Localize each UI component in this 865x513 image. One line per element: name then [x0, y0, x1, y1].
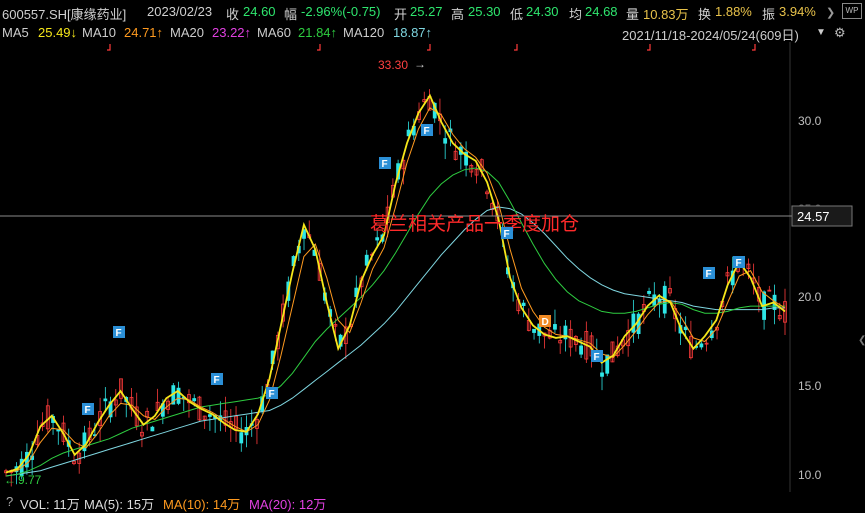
candle-body — [699, 343, 704, 348]
candle-body — [239, 432, 244, 444]
candle-body — [600, 372, 604, 377]
change-label: 幅 — [284, 7, 298, 22]
event-flag-label: D — [542, 317, 549, 328]
y-tick-20: 20.0 — [798, 290, 822, 304]
max-arrow: → — [414, 57, 426, 71]
candle-body — [521, 302, 526, 306]
quote-date: 2023/02/23 — [147, 4, 213, 19]
turnover-label: 换 — [698, 7, 712, 22]
candlesticks — [4, 89, 787, 487]
moving-average-lines — [5, 93, 786, 477]
candle-body — [631, 313, 636, 333]
event-flag-label: F — [594, 352, 600, 363]
open-value: 25.27 — [410, 4, 443, 19]
high-value: 25.30 — [468, 4, 501, 19]
y-tick-30: 30.0 — [798, 114, 822, 128]
close-label: 收 — [226, 7, 240, 22]
avg-label: 均 — [569, 7, 583, 22]
top-markers — [107, 44, 756, 51]
candle-body — [647, 290, 651, 294]
event-flag-label: F — [424, 126, 430, 137]
ma5-value: 25.49↓ — [38, 25, 78, 40]
volume-ma10: MA(10): 14万 — [163, 497, 241, 512]
event-flag-label: F — [214, 375, 220, 386]
top-marker — [752, 44, 756, 51]
top-marker — [427, 44, 431, 51]
event-flag-label: F — [116, 328, 122, 339]
top-marker — [317, 44, 321, 51]
low-value: 24.30 — [526, 4, 559, 19]
min-price-label: 9.77 — [18, 473, 42, 487]
candle-body — [103, 398, 108, 402]
candle-body — [443, 138, 448, 144]
low-label: 低 — [510, 7, 524, 22]
event-flag-label: F — [504, 229, 510, 240]
scroll-right-icon[interactable]: ❯ — [826, 6, 835, 19]
top-marker — [514, 44, 518, 51]
quote-header: 600557.SH[康缘药业] 2023/02/23 收 24.60 幅 -2.… — [0, 0, 865, 22]
volume-value: 10.83万 — [643, 7, 689, 22]
scroll-left-icon[interactable]: ❮ — [858, 335, 865, 346]
event-flags[interactable]: F F F F F F F D F F F — [82, 124, 745, 416]
y-tick-15: 15.0 — [798, 379, 822, 393]
amplitude-label: 振 — [762, 7, 776, 22]
top-marker — [647, 44, 651, 51]
turnover-value: 1.88% — [715, 4, 752, 19]
candle-body — [56, 429, 61, 432]
candle-body — [82, 432, 87, 452]
range-dropdown-icon[interactable]: ▼ — [816, 27, 826, 38]
event-flag-label: F — [706, 269, 712, 280]
candle-body — [192, 398, 197, 402]
ma10-value: 24.71↑ — [124, 25, 164, 40]
volume-ma20: MA(20): 12万 — [249, 497, 327, 512]
ma5-label: MA5 — [2, 25, 29, 40]
amplitude-value: 3.94% — [779, 4, 816, 19]
y-tick-10: 10.0 — [798, 468, 822, 482]
ma120-value: 18.87↑ — [393, 25, 433, 40]
event-flag-label: F — [382, 159, 388, 170]
ma120-line — [5, 206, 785, 477]
candle-body — [553, 324, 557, 330]
volume-label: 量 — [626, 7, 640, 22]
close-value: 24.60 — [243, 4, 276, 19]
volume-legend: ? VOL: 11万 MA(5): 15万 MA(10): 14万 MA(20)… — [0, 492, 865, 512]
gear-icon[interactable]: ⚙ — [834, 25, 846, 41]
ma-legend: MA5 25.49↓ MA10 24.71↑ MA20 23.22↑ MA60 … — [0, 22, 865, 43]
max-price-label: 33.30 — [378, 58, 408, 72]
ma10-label: MA10 — [82, 25, 116, 40]
open-label: 开 — [394, 7, 408, 22]
event-flag-label: F — [85, 405, 91, 416]
candle-body — [207, 414, 212, 417]
crosshair-price: 24.57 — [797, 209, 830, 224]
wp-icon[interactable]: WP — [842, 3, 862, 19]
candle-body — [375, 237, 380, 241]
volume-label: VOL: 11万 — [20, 497, 80, 512]
top-marker — [107, 44, 111, 51]
candle-body — [532, 328, 536, 333]
event-flag-label: F — [269, 389, 275, 400]
ma60-value: 21.84↑ — [298, 25, 338, 40]
candle-body — [579, 345, 584, 355]
min-arrow: ← — [4, 473, 16, 487]
volume-ma5: MA(5): 15万 — [84, 497, 155, 512]
ma20-label: MA20 — [170, 25, 204, 40]
annotation-text: 葛兰相关产品一季度加仓 — [370, 213, 579, 235]
ma5-line — [5, 93, 786, 474]
candle-body — [150, 426, 155, 432]
change-value: -2.96%(-0.75) — [301, 4, 381, 19]
ma60-label: MA60 — [257, 25, 291, 40]
avg-value: 24.68 — [585, 4, 618, 19]
ma120-label: MA120 — [343, 25, 385, 40]
stock-symbol[interactable]: 600557.SH[康缘药业] — [2, 4, 126, 23]
ma20-value: 23.22↑ — [212, 25, 252, 40]
kline-chart[interactable]: 30.0 25.0 20.0 15.0 10.0 24.57 ❮ 33.30 →… — [0, 42, 865, 492]
help-icon[interactable]: ? — [6, 494, 13, 509]
high-label: 高 — [451, 7, 465, 22]
event-flag-label: F — [736, 258, 742, 269]
